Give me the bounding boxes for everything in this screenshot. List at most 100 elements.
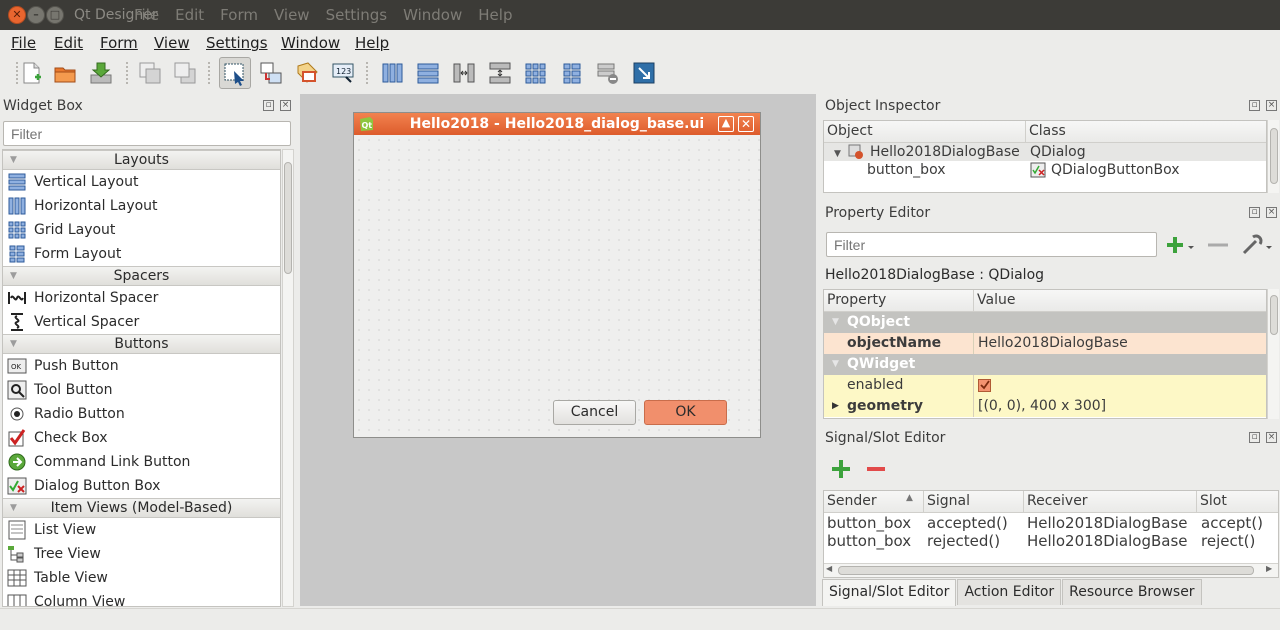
widget-item-vertical-layout[interactable]: Vertical Layout (3, 170, 280, 194)
property-filter-input[interactable] (826, 232, 1157, 257)
widget-item-column-view[interactable]: Column View (3, 590, 280, 606)
column-header-class[interactable]: Class (1026, 121, 1266, 142)
scrollbar-thumb[interactable] (1270, 295, 1278, 335)
column-header-slot[interactable]: Slot (1197, 491, 1278, 512)
column-header-sender[interactable]: Sender ▲ (824, 491, 924, 512)
widget-item-vertical-spacer[interactable]: Vertical Spacer (3, 310, 280, 334)
property-row-enabled[interactable]: enabled (824, 375, 1266, 396)
form-window[interactable]: Qt Hello2018 - Hello2018_dialog_base.ui … (353, 112, 761, 438)
form-maximize-button[interactable]: ▲ (718, 116, 734, 132)
connection-receiver[interactable]: Hello2018DialogBase (1024, 532, 1198, 550)
widget-item-grid-layout[interactable]: Grid Layout (3, 218, 280, 242)
bring-to-front-icon[interactable] (172, 60, 198, 86)
form-window-titlebar[interactable]: Qt Hello2018 - Hello2018_dialog_base.ui … (354, 113, 760, 135)
global-menu-view[interactable]: View (274, 6, 310, 24)
column-header-receiver[interactable]: Receiver (1024, 491, 1197, 512)
layout-horizontal-icon[interactable] (380, 60, 406, 86)
widget-box-filter-input[interactable] (3, 121, 291, 146)
tab-signal-slot-editor[interactable]: Signal/Slot Editor (822, 579, 957, 606)
column-header-property[interactable]: Property (824, 290, 974, 311)
global-menu-help[interactable]: Help (478, 6, 512, 24)
connection-slot[interactable]: accept() (1198, 514, 1263, 532)
scrollbar-thumb[interactable] (838, 566, 1254, 575)
menu-file[interactable]: File (11, 32, 36, 52)
close-icon[interactable]: × (1266, 100, 1277, 111)
category-item-views[interactable]: ▼ Item Views (Model-Based) (3, 498, 280, 518)
scroll-right-icon[interactable]: ▶ (1266, 564, 1272, 573)
layout-horizontal-splitter-icon[interactable] (451, 60, 477, 86)
category-buttons[interactable]: ▼ Buttons (3, 334, 280, 354)
edit-widgets-button[interactable] (219, 57, 251, 89)
category-spacers[interactable]: ▼ Spacers (3, 266, 280, 286)
property-value[interactable]: [(0, 0), 400 x 300] (974, 396, 1106, 417)
configure-property-editor-button[interactable] (1240, 233, 1276, 257)
edit-buddies-icon[interactable] (294, 60, 320, 86)
break-layout-icon[interactable] (595, 60, 621, 86)
remove-dynamic-property-button[interactable] (1206, 238, 1230, 252)
property-group-qwidget[interactable]: ▼ QWidget (824, 354, 1266, 375)
menu-view[interactable]: View (154, 32, 190, 52)
close-icon[interactable]: × (1266, 207, 1277, 218)
float-icon[interactable]: ▫ (1249, 100, 1260, 111)
connection-signal[interactable]: rejected() (924, 532, 1024, 550)
scrollbar-thumb[interactable] (1270, 128, 1278, 184)
float-icon[interactable]: ▫ (1249, 432, 1260, 443)
widget-item-horizontal-spacer[interactable]: Horizontal Spacer (3, 286, 280, 310)
widget-item-list-view[interactable]: List View (3, 518, 280, 542)
global-menu-window[interactable]: Window (403, 6, 462, 24)
global-menu-edit[interactable]: Edit (175, 6, 204, 24)
column-header-signal[interactable]: Signal (924, 491, 1024, 512)
connection-signal[interactable]: accepted() (924, 514, 1024, 532)
layout-vertical-splitter-icon[interactable] (487, 60, 513, 86)
widget-item-table-view[interactable]: Table View (3, 566, 280, 590)
layout-form-icon[interactable] (559, 60, 585, 86)
menu-form[interactable]: Form (100, 32, 138, 52)
widget-item-horizontal-layout[interactable]: Horizontal Layout (3, 194, 280, 218)
save-form-icon[interactable] (88, 60, 114, 86)
float-icon[interactable]: ▫ (263, 100, 274, 111)
window-maximize-button[interactable]: □ (46, 6, 64, 24)
layout-grid-icon[interactable] (523, 60, 549, 86)
property-group-qobject[interactable]: ▼ QObject (824, 312, 1266, 333)
widget-item-check-box[interactable]: Check Box (3, 426, 280, 450)
open-form-icon[interactable] (52, 60, 78, 86)
scrollbar-thumb[interactable] (284, 162, 292, 274)
connection-row[interactable]: button_box rejected() Hello2018DialogBas… (824, 532, 1278, 550)
connection-slot[interactable]: reject() (1198, 532, 1255, 550)
property-row-objectname[interactable]: objectName Hello2018DialogBase (824, 333, 1266, 354)
column-header-value[interactable]: Value (974, 290, 1266, 311)
connection-sender[interactable]: button_box (824, 514, 924, 532)
widget-item-tool-button[interactable]: Tool Button (3, 378, 280, 402)
connections-hscrollbar[interactable]: ◀ ▶ (824, 563, 1278, 577)
tab-resource-browser[interactable]: Resource Browser (1062, 579, 1202, 605)
widget-item-tree-view[interactable]: Tree View (3, 542, 280, 566)
connection-row[interactable]: button_box accepted() Hello2018DialogBas… (824, 514, 1278, 532)
remove-connection-button[interactable] (865, 462, 887, 476)
connection-sender[interactable]: button_box (824, 532, 924, 550)
global-menu-form[interactable]: Form (220, 6, 258, 24)
connection-receiver[interactable]: Hello2018DialogBase (1024, 514, 1198, 532)
global-menu-file[interactable]: File (134, 6, 159, 24)
scroll-left-icon[interactable]: ◀ (826, 564, 832, 573)
widget-item-command-link-button[interactable]: Command Link Button (3, 450, 280, 474)
ok-button[interactable]: OK (644, 400, 727, 425)
new-form-icon[interactable] (18, 60, 44, 86)
widget-item-push-button[interactable]: OK Push Button (3, 354, 280, 378)
property-row-geometry[interactable]: ▶ geometry [(0, 0), 400 x 300] (824, 396, 1266, 417)
edit-signals-slots-icon[interactable] (258, 60, 284, 86)
tree-row[interactable]: button_box QDialogButtonBox (824, 161, 1266, 179)
menu-settings[interactable]: Settings (206, 32, 268, 52)
category-layouts[interactable]: ▼ Layouts (3, 150, 280, 170)
add-connection-button[interactable] (830, 458, 852, 480)
global-menu-settings[interactable]: Settings (326, 6, 388, 24)
cancel-button[interactable]: Cancel (553, 400, 636, 425)
menu-help[interactable]: Help (355, 32, 389, 52)
widget-item-form-layout[interactable]: Form Layout (3, 242, 280, 266)
widget-item-radio-button[interactable]: Radio Button (3, 402, 280, 426)
menu-window[interactable]: Window (281, 32, 340, 52)
object-inspector-scrollbar[interactable] (1267, 120, 1279, 193)
window-minimize-button[interactable]: – (27, 6, 45, 24)
add-dynamic-property-button[interactable] (1163, 234, 1197, 256)
send-to-back-icon[interactable] (137, 60, 163, 86)
form-canvas[interactable]: Cancel OK (354, 135, 760, 437)
